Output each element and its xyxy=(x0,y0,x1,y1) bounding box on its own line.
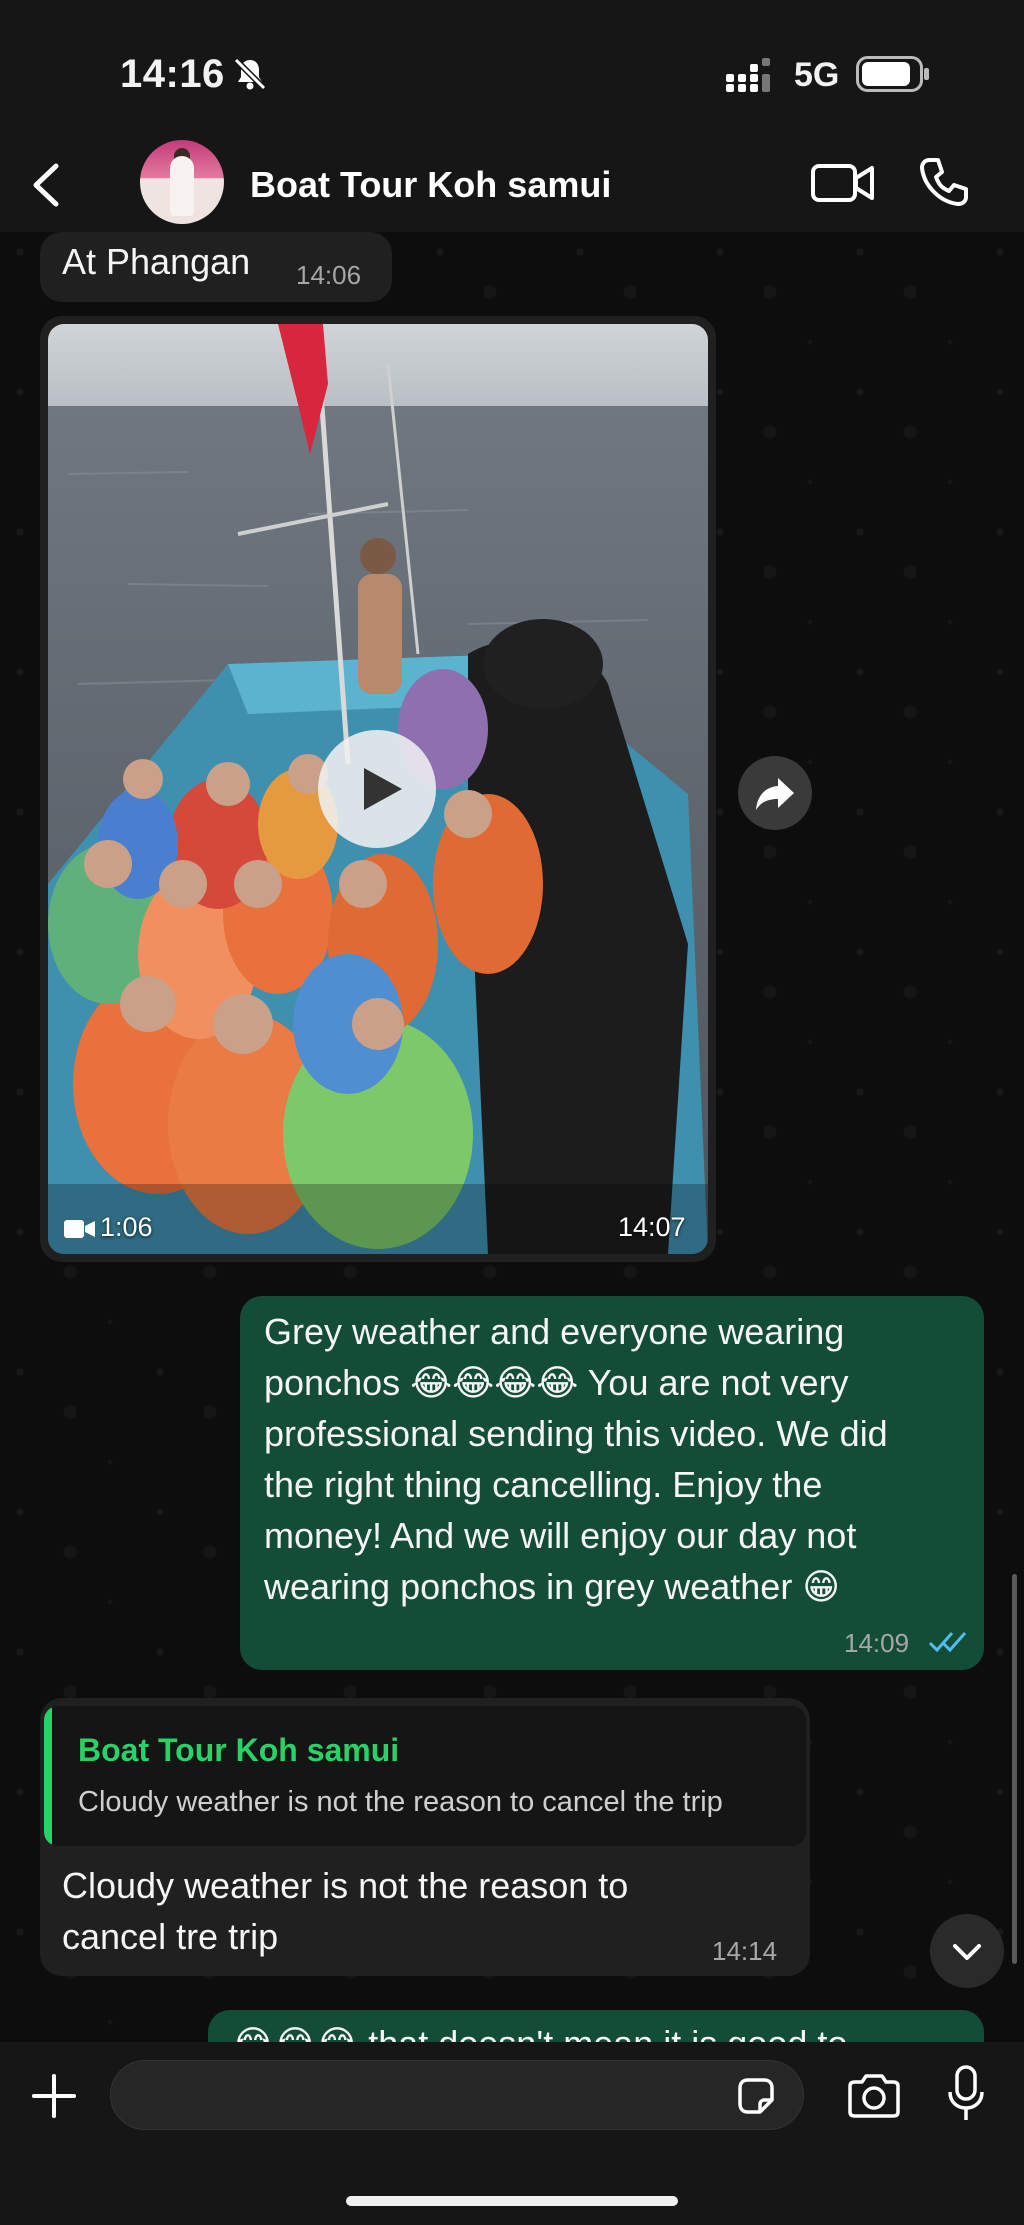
quote-text: Cloudy weather is not the reason to canc… xyxy=(78,1786,723,1818)
avatar[interactable] xyxy=(140,140,224,224)
message-text-line-2: cancel tre trip xyxy=(62,1916,279,1957)
signal-icon xyxy=(726,58,770,92)
scroll-down-button[interactable] xyxy=(930,1914,1004,1988)
read-ticks-icon xyxy=(928,1632,967,1653)
message-text-line-3: professional sending this video. We did xyxy=(264,1413,888,1454)
home-indicator xyxy=(346,2196,678,2206)
back-icon[interactable] xyxy=(26,160,66,210)
scrollbar[interactable] xyxy=(1012,1574,1017,1964)
chat-title[interactable]: Boat Tour Koh samui xyxy=(250,164,611,206)
message-time: 14:14 xyxy=(712,1936,778,1966)
message-text-line-6: wearing ponchos in grey weather 😁 xyxy=(264,1566,840,1607)
message-text-line-2: ponchos 😂😂😂😂 You are not very xyxy=(264,1362,849,1403)
message-bubble-outgoing[interactable]: Grey weather and everyone wearing poncho… xyxy=(240,1296,984,1670)
message-text-line-4: the right thing cancelling. Enjoy the xyxy=(264,1464,823,1505)
quoted-message[interactable]: Boat Tour Koh samui Cloudy weather is no… xyxy=(44,1706,806,1846)
chat-header: Boat Tour Koh samui xyxy=(0,140,1024,232)
camera-icon[interactable] xyxy=(846,2072,902,2120)
mic-icon[interactable] xyxy=(946,2064,986,2124)
message-text: At Phangan xyxy=(62,241,251,282)
message-text-line-5: money! And we will enjoy our day not xyxy=(264,1515,857,1556)
battery-icon xyxy=(856,56,929,92)
chevron-down-icon xyxy=(953,1944,981,1960)
status-bar: 14:16 5G xyxy=(0,0,1024,140)
message-input[interactable] xyxy=(110,2060,804,2130)
plus-icon[interactable] xyxy=(30,2072,78,2120)
message-text-line-1: Grey weather and everyone wearing xyxy=(264,1311,845,1352)
quote-accent-bar xyxy=(44,1706,52,1846)
message-bubble-incoming[interactable]: At Phangan 14:06 xyxy=(40,232,392,302)
forward-button[interactable] xyxy=(738,756,812,830)
play-button[interactable] xyxy=(318,730,436,848)
message-bubble-outgoing-partial[interactable]: 😂😂😂 that doesn't mean it is good to xyxy=(208,2010,984,2042)
message-time: 14:09 xyxy=(844,1628,910,1658)
message-time: 14:06 xyxy=(296,260,362,290)
play-icon xyxy=(364,768,402,810)
video-duration: 1:06 xyxy=(100,1212,153,1242)
video-call-icon[interactable] xyxy=(810,160,876,206)
sticker-icon[interactable] xyxy=(734,2074,778,2118)
video-time: 14:07 xyxy=(618,1212,686,1242)
bell-slash-icon xyxy=(233,57,267,91)
video-camera-icon xyxy=(64,1220,95,1238)
message-text-partial: 😂😂😂 that doesn't mean it is good to xyxy=(232,2018,847,2042)
phone-icon[interactable] xyxy=(918,156,970,208)
quote-author: Boat Tour Koh samui xyxy=(78,1732,400,1768)
forward-icon xyxy=(756,778,794,810)
message-text-line-1: Cloudy weather is not the reason to xyxy=(62,1865,629,1906)
status-time: 14:16 xyxy=(120,52,225,96)
network-label: 5G xyxy=(794,56,840,94)
